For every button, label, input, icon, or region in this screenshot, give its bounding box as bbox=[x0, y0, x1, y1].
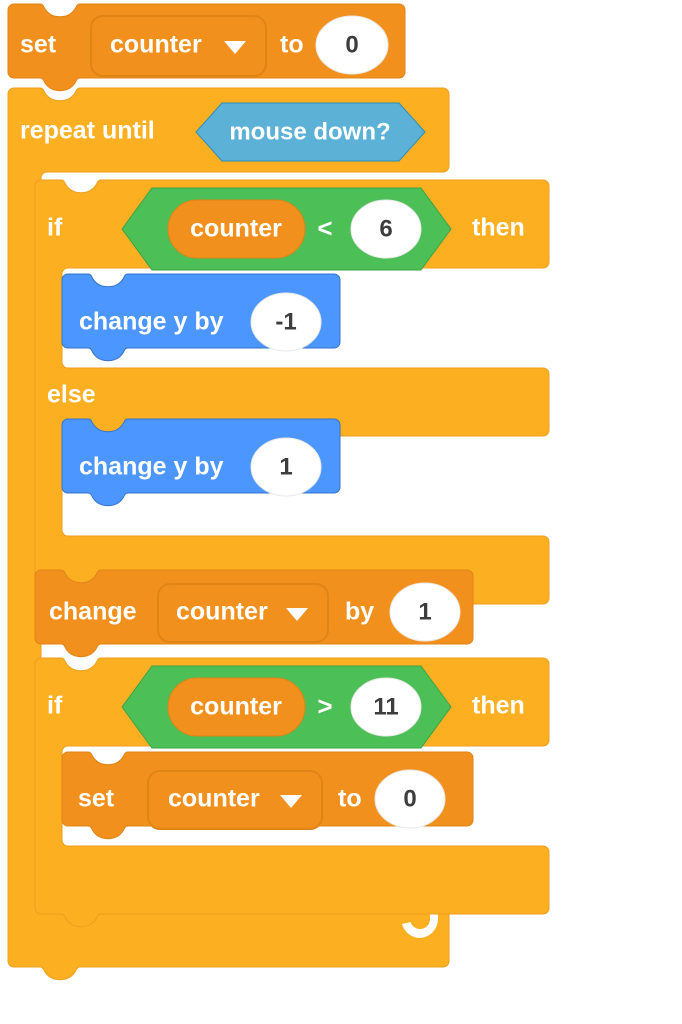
to-keyword-label-inner: to bbox=[338, 785, 362, 813]
change-y-1-value: 1 bbox=[279, 453, 292, 480]
change-y-neg1-value: -1 bbox=[275, 308, 296, 335]
operator-right-value: 6 bbox=[379, 215, 392, 242]
block-change-y-neg1[interactable]: change y by -1 bbox=[61, 273, 341, 362]
if-keyword-label: if bbox=[47, 214, 63, 242]
if-keyword-label-2: if bbox=[47, 692, 63, 720]
change-keyword-label: change bbox=[49, 598, 137, 626]
operator-right-value-2: 11 bbox=[373, 693, 398, 720]
change-counter-value: 1 bbox=[418, 598, 431, 625]
repeat-until-label: repeat until bbox=[20, 117, 155, 145]
sensing-mouse-down-label: mouse down? bbox=[229, 118, 390, 145]
block-change-counter-by[interactable]: change counter by 1 bbox=[34, 569, 474, 658]
variable-oval-label-2: counter bbox=[190, 693, 282, 721]
change-y-label-else: change y by bbox=[79, 453, 224, 481]
block-change-y-1[interactable]: change y by 1 bbox=[61, 418, 341, 507]
scratch-block-canvas: set counter to 0 repeat until mouse down… bbox=[0, 0, 682, 1024]
set-keyword-label-inner: set bbox=[78, 785, 115, 813]
then-keyword-label: then bbox=[472, 214, 525, 242]
value-input-text: 0 bbox=[345, 31, 358, 58]
value-input-inner-text: 0 bbox=[403, 785, 416, 812]
block-script-svg: set counter to 0 repeat until mouse down… bbox=[7, 3, 550, 981]
block-set-counter-inner[interactable]: set counter to 0 bbox=[61, 751, 474, 840]
operator-symbol-less: < bbox=[317, 213, 332, 243]
variable-dropdown-change-label: counter bbox=[176, 598, 268, 626]
block-if-else-counter-less[interactable]: if counter < 6 then else bbox=[34, 179, 550, 618]
block-set-counter-top[interactable]: set counter to 0 bbox=[7, 3, 406, 92]
change-y-label: change y by bbox=[79, 308, 224, 336]
variable-dropdown-inner-label: counter bbox=[168, 785, 260, 813]
variable-dropdown-label: counter bbox=[110, 31, 202, 59]
then-keyword-label-2: then bbox=[472, 692, 525, 720]
variable-oval-label: counter bbox=[190, 215, 282, 243]
set-keyword-label: set bbox=[20, 31, 57, 59]
else-keyword-label: else bbox=[47, 381, 96, 409]
to-keyword-label: to bbox=[280, 31, 304, 59]
by-keyword-label: by bbox=[345, 598, 374, 626]
operator-symbol-greater: > bbox=[317, 691, 332, 721]
